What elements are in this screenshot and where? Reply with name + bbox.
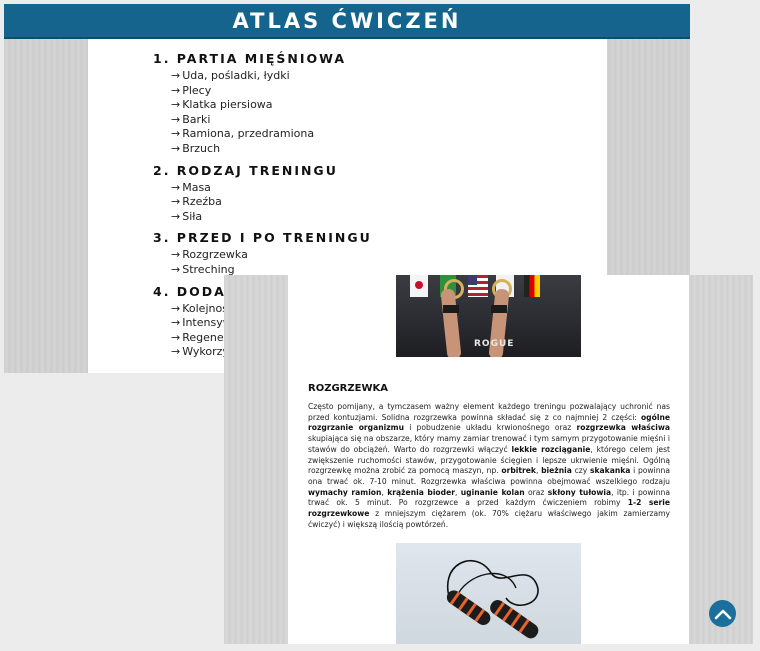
- arrow-right-icon: →: [171, 301, 181, 315]
- article-photo-gym-rings: ROGUE: [396, 275, 581, 357]
- arrow-right-icon: →: [171, 98, 181, 112]
- bold-term: lekkie rozciąganie: [511, 444, 591, 454]
- toc-item[interactable]: → Plecy: [153, 84, 372, 99]
- arrow-right-icon: →: [171, 195, 181, 209]
- article-window: ROGUE ROZGRZEWKA Często pomijany, a tymc…: [224, 275, 753, 644]
- bold-term: skłony tułowia: [547, 487, 612, 497]
- arrow-right-icon: →: [171, 83, 181, 97]
- toc-item-label: Ramiona, przedramiona: [182, 127, 315, 141]
- bold-term: orbitrek: [501, 466, 536, 476]
- toc-item-label: Plecy: [182, 83, 212, 97]
- toc-item-label: Barki: [182, 112, 211, 126]
- page-title: ATLAS ĆWICZEŃ: [232, 8, 462, 33]
- arrow-right-icon: →: [171, 209, 181, 223]
- bold-term: skakanka: [589, 466, 631, 476]
- bold-term: bieżnia: [541, 466, 572, 476]
- paragraph-text: oraz: [524, 487, 548, 497]
- paragraph-text: czy: [571, 466, 590, 476]
- wristband: [491, 305, 507, 313]
- bold-term: uginanie kolan: [460, 487, 525, 497]
- arrow-right-icon: →: [171, 345, 181, 359]
- article-page: ROGUE ROZGRZEWKA Często pomijany, a tymc…: [288, 275, 689, 644]
- wristband: [443, 305, 459, 313]
- arrow-right-icon: →: [171, 316, 181, 330]
- paragraph-text: i pobudzenie układu krwionośnego oraz: [403, 423, 577, 433]
- toc-item-label: Wykorzy: [182, 345, 229, 359]
- flag: [524, 275, 540, 297]
- scroll-to-top-button[interactable]: [709, 600, 736, 627]
- toc-item[interactable]: → Ramiona, przedramiona: [153, 127, 372, 142]
- toc-item-label: Rzeźba: [182, 195, 222, 209]
- article-photo-jump-rope: [396, 543, 581, 644]
- toc-item-label: Regener: [182, 330, 229, 344]
- toc-item-label: Rozgrzewka: [182, 248, 248, 262]
- toc-item-label: Uda, pośladki, łydki: [182, 69, 290, 82]
- toc-item[interactable]: → Uda, pośladki, łydki: [153, 69, 372, 84]
- article-title: ROZGRZEWKA: [308, 383, 388, 394]
- arrow-right-icon: →: [171, 112, 181, 126]
- toc-section-heading[interactable]: 1. PARTIA MIĘŚNIOWA: [153, 49, 372, 69]
- arrow-right-icon: →: [171, 141, 181, 155]
- toc-item[interactable]: → Barki: [153, 113, 372, 128]
- flag-usa: [468, 275, 488, 297]
- arm: [440, 288, 462, 357]
- arrow-right-icon: →: [171, 69, 181, 82]
- arrow-right-icon: →: [171, 127, 181, 141]
- paragraph-text: Często pomijany, a tymczasem ważny eleme…: [308, 402, 670, 422]
- toc-item[interactable]: → Masa: [153, 181, 372, 196]
- toc-item[interactable]: → Klatka piersiowa: [153, 98, 372, 113]
- toc-item-label: Kolejnoś: [182, 301, 228, 315]
- bold-term: krążenia bioder: [387, 487, 455, 497]
- flag-japan: [410, 275, 428, 297]
- toc-item-label: Masa: [182, 180, 211, 194]
- article-paragraph: Często pomijany, a tymczasem ważny eleme…: [308, 402, 670, 530]
- header-banner: ATLAS ĆWICZEŃ: [4, 4, 690, 39]
- toc-item[interactable]: → Rzeźba: [153, 195, 372, 210]
- arrow-right-icon: →: [171, 248, 181, 262]
- toc-section-heading[interactable]: 2. RODZAJ TRENINGU: [153, 161, 372, 181]
- arrow-right-icon: →: [171, 330, 181, 344]
- toc-item[interactable]: → Siła: [153, 210, 372, 225]
- arrow-right-icon: →: [171, 180, 181, 194]
- toc-item[interactable]: → Rozgrzewka: [153, 248, 372, 263]
- bold-term: wymachy ramion: [308, 487, 382, 497]
- toc-section-heading[interactable]: 3. PRZED I PO TRENINGU: [153, 228, 372, 248]
- photo-logo-text: ROGUE: [474, 339, 515, 349]
- chevron-up-icon: [714, 609, 731, 619]
- arrow-right-icon: →: [171, 262, 181, 276]
- jump-rope-illustration: [446, 560, 539, 639]
- toc-item-label: Klatka piersiowa: [182, 98, 273, 112]
- toc-item-label: Brzuch: [182, 141, 221, 155]
- toc-item-label: Streching: [182, 262, 235, 276]
- toc-item[interactable]: → Brzuch: [153, 142, 372, 157]
- toc-item-label: Siła: [182, 209, 203, 223]
- bold-term: rozgrzewka właściwa: [576, 423, 671, 433]
